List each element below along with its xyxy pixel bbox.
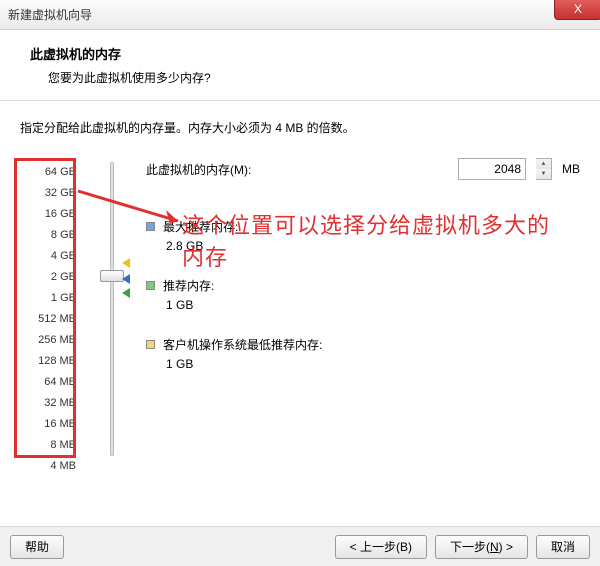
title-bar: 新建虚拟机向导 X	[0, 0, 600, 30]
rec-label: 推荐内存:	[163, 277, 214, 294]
annotation-arrow-icon	[78, 186, 188, 226]
rec-value: 1 GB	[146, 298, 580, 312]
back-button[interactable]: < 上一步(B)	[335, 535, 427, 559]
next-button[interactable]: 下一步(N) >	[435, 535, 528, 559]
annotation-box-scale	[14, 158, 76, 458]
footer: 帮助 < 上一步(B) 下一步(N) > 取消	[0, 526, 600, 566]
scale-tick: 4 MB	[50, 456, 76, 477]
memory-unit: MB	[562, 162, 580, 176]
close-button[interactable]: X	[554, 0, 600, 20]
help-button[interactable]: 帮助	[10, 535, 64, 559]
window-title: 新建虚拟机向导	[8, 6, 92, 23]
annotation-text: 这个位置可以选择分给虚拟机多大的内存	[182, 210, 562, 274]
wizard-header: 此虚拟机的内存 您要为此虚拟机使用多少内存?	[0, 30, 600, 101]
rec-marker-icon	[122, 274, 130, 284]
min-rec-label: 客户机操作系统最低推荐内存:	[163, 336, 322, 353]
close-icon: X	[574, 2, 582, 16]
cancel-button[interactable]: 取消	[536, 535, 590, 559]
memory-label: 此虚拟机的内存(M):	[146, 161, 448, 178]
recommended: 推荐内存: 1 GB	[146, 277, 580, 312]
info-column: 此虚拟机的内存(M): ▲ ▼ MB 最大推荐内存: 2.8 GB	[146, 158, 580, 481]
page-subtitle: 您要为此虚拟机使用多少内存?	[30, 69, 580, 86]
page-title: 此虚拟机的内存	[30, 44, 580, 63]
instruction-text: 指定分配给此虚拟机的内存量。内存大小必须为 4 MB 的倍数。	[20, 119, 580, 136]
memory-spinner[interactable]: ▲ ▼	[536, 158, 552, 180]
min-marker-icon	[122, 288, 130, 298]
square-icon	[146, 281, 155, 290]
square-icon	[146, 340, 155, 349]
content-area: 指定分配给此虚拟机的内存量。内存大小必须为 4 MB 的倍数。 64 GB 32…	[0, 101, 600, 499]
min-recommended: 客户机操作系统最低推荐内存: 1 GB	[146, 336, 580, 371]
memory-input[interactable]	[458, 158, 526, 180]
spinner-up-icon[interactable]: ▲	[536, 159, 551, 169]
slider-thumb[interactable]	[100, 270, 124, 282]
max-marker-icon	[122, 258, 130, 268]
min-rec-value: 1 GB	[146, 357, 580, 371]
spinner-down-icon[interactable]: ▼	[536, 169, 551, 179]
